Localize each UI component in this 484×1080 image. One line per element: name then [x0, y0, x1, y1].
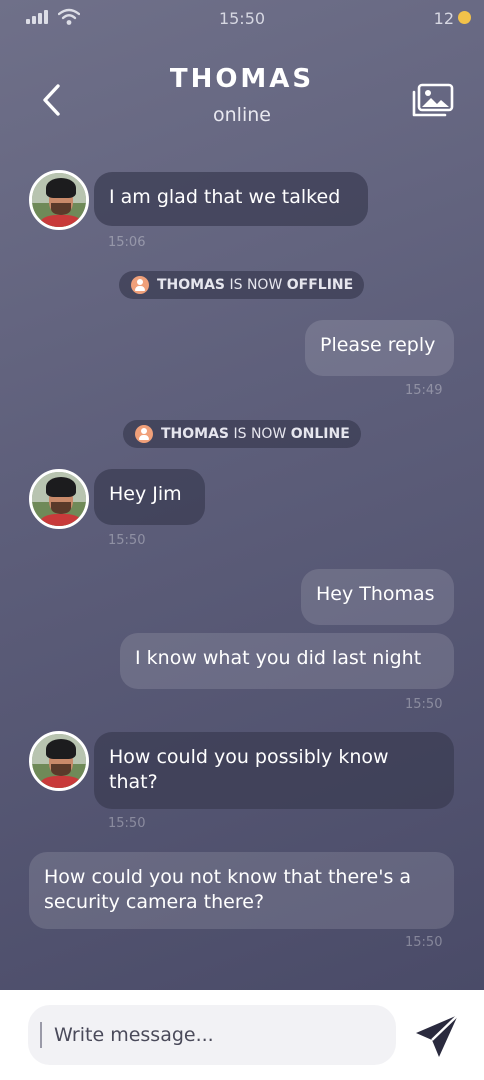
message-time: 15:06 — [108, 235, 146, 250]
message-bubble-outgoing: I know what you did last night — [120, 633, 454, 689]
avatar[interactable] — [29, 731, 89, 791]
message-bubble-incoming: I am glad that we talked — [94, 172, 368, 226]
text-caret — [40, 1022, 42, 1048]
user-icon — [135, 425, 153, 443]
status-notice: THOMAS IS NOW OFFLINE — [119, 271, 364, 299]
message-time: 15:50 — [405, 697, 443, 712]
send-icon[interactable] — [412, 1012, 462, 1060]
notice-text: IS NOW — [229, 277, 283, 293]
message-input[interactable] — [28, 1005, 396, 1065]
notice-name: THOMAS — [157, 277, 226, 293]
message-bubble-outgoing: Please reply — [305, 320, 454, 376]
notification-dot-icon — [458, 11, 471, 24]
status-time: 15:50 — [218, 9, 266, 28]
message-time: 15:49 — [405, 383, 443, 398]
message-bubble-incoming: Hey Jim — [94, 469, 205, 525]
avatar[interactable] — [29, 170, 89, 230]
user-icon — [131, 276, 149, 294]
notification-count: 12 — [433, 9, 454, 28]
notice-text: IS NOW — [233, 426, 287, 442]
notice-state: OFFLINE — [286, 277, 354, 293]
message-composer — [0, 990, 484, 1080]
message-bubble-outgoing: Hey Thomas — [301, 569, 454, 625]
gallery-icon[interactable] — [410, 82, 456, 120]
message-time: 15:50 — [108, 533, 146, 548]
message-time: 15:50 — [405, 935, 443, 950]
avatar[interactable] — [29, 469, 89, 529]
status-bar: 15:50 12 — [0, 0, 484, 36]
message-bubble-incoming: How could you possibly know that? — [94, 732, 454, 809]
message-time: 15:50 — [108, 816, 146, 831]
chat-screen: 15:50 12 THOMAS online I am glad that we… — [0, 0, 484, 990]
status-notice: THOMAS IS NOW ONLINE — [123, 420, 361, 448]
notice-name: THOMAS — [161, 426, 230, 442]
message-bubble-outgoing: How could you not know that there's a se… — [29, 852, 454, 929]
notice-state: ONLINE — [290, 426, 350, 442]
